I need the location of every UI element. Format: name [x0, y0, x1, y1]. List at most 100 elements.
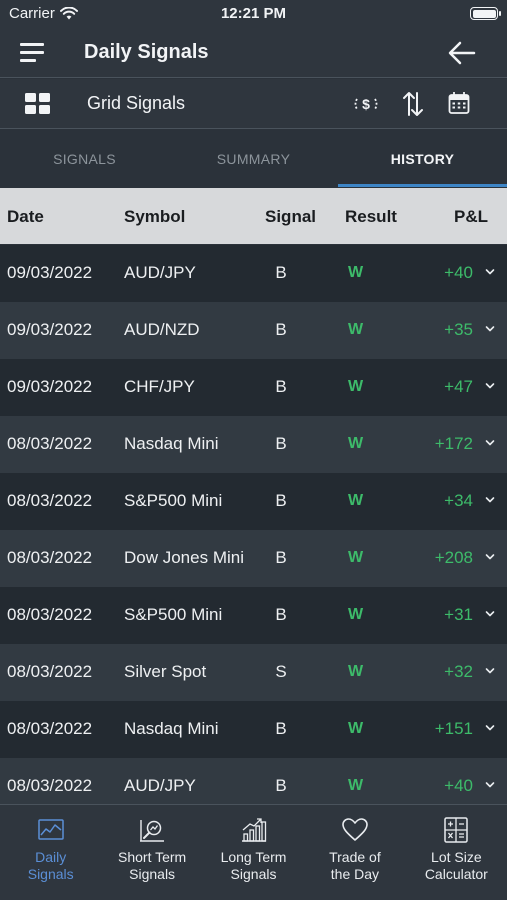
cell-signal: S [275, 662, 287, 681]
cell-result: W [348, 321, 364, 338]
nav-daily-signals[interactable]: Daily Signals [0, 805, 101, 900]
table-row[interactable]: 08/03/2022 Nasdaq Mini B W +151 [0, 701, 507, 758]
cell-symbol: Dow Jones Mini [124, 548, 244, 567]
table-row[interactable]: 08/03/2022 S&P500 Mini B W +34 [0, 473, 507, 530]
calculator-icon [444, 817, 469, 843]
history-table-body: 09/03/2022 AUD/JPY B W +40 09/03/2022 AU… [0, 245, 507, 815]
chevron-down-icon[interactable] [485, 553, 495, 561]
nav-lot-size-calculator[interactable]: Lot Size Calculator [406, 805, 507, 900]
cell-date: 08/03/2022 [7, 719, 93, 738]
cell-date: 08/03/2022 [7, 434, 93, 453]
cell-date: 09/03/2022 [7, 320, 93, 339]
grid-view-icon[interactable] [25, 93, 51, 115]
table-row[interactable]: 09/03/2022 AUD/JPY B W +40 [0, 245, 507, 302]
cell-pnl: +172 [434, 434, 473, 453]
nav-label: Signals [27, 866, 74, 882]
chart-icon [37, 819, 64, 840]
table-row[interactable]: 08/03/2022 Dow Jones Mini B W +208 [0, 530, 507, 587]
back-arrow-icon[interactable] [447, 40, 477, 66]
nav-short-term-signals[interactable]: Short Term Signals [101, 805, 202, 900]
bottom-nav: Daily Signals Short Term Signals Long Te… [0, 804, 507, 900]
cell-symbol: S&P500 Mini [124, 605, 223, 624]
sub-header: Grid Signals $ [0, 79, 507, 129]
nav-label: Trade of [329, 849, 381, 865]
cell-signal: B [275, 719, 287, 738]
table-row[interactable]: 09/03/2022 AUD/NZD B W +35 [0, 302, 507, 359]
cell-symbol: Nasdaq Mini [124, 434, 219, 453]
currency-exchange-icon[interactable]: $ [352, 93, 380, 115]
column-header-pnl[interactable]: P&L [454, 207, 488, 227]
cell-date: 08/03/2022 [7, 491, 93, 510]
cell-signal: B [275, 776, 287, 795]
cell-result: W [348, 378, 364, 395]
table-row[interactable]: 08/03/2022 Silver Spot S W +32 [0, 644, 507, 701]
calendar-icon[interactable] [448, 91, 470, 115]
chevron-down-icon[interactable] [485, 724, 495, 732]
cell-pnl: +31 [444, 605, 473, 624]
cell-signal: B [275, 491, 287, 510]
page-title: Daily Signals [84, 41, 209, 63]
nav-trade-of-the-day[interactable]: Trade of the Day [304, 805, 405, 900]
column-header-signal[interactable]: Signal [265, 207, 316, 227]
chevron-down-icon[interactable] [485, 439, 495, 447]
nav-label: Signals [129, 866, 176, 882]
table-header: Date Symbol Signal Result P&L [0, 188, 507, 244]
cell-symbol: Nasdaq Mini [124, 719, 219, 738]
svg-text:$: $ [362, 96, 370, 112]
cell-pnl: +208 [434, 548, 473, 567]
column-header-symbol[interactable]: Symbol [124, 207, 185, 227]
cell-pnl: +151 [434, 719, 473, 738]
cell-signal: B [275, 548, 287, 567]
cell-symbol: AUD/NZD [124, 320, 200, 339]
table-row[interactable]: 09/03/2022 CHF/JPY B W +47 [0, 359, 507, 416]
status-time: 12:21 PM [220, 5, 287, 22]
cell-date: 09/03/2022 [7, 263, 93, 282]
cell-pnl: +40 [444, 263, 473, 282]
tab-summary[interactable]: SUMMARY [169, 130, 338, 187]
table-row[interactable]: 08/03/2022 S&P500 Mini B W +31 [0, 587, 507, 644]
tab-history[interactable]: HISTORY [338, 130, 507, 187]
sort-icon[interactable] [402, 91, 424, 117]
app-header: Daily Signals [0, 28, 507, 78]
tab-signals[interactable]: SIGNALS [0, 130, 169, 187]
cell-date: 08/03/2022 [7, 662, 93, 681]
cell-signal: B [275, 263, 287, 282]
cell-symbol: AUD/JPY [124, 776, 196, 795]
cell-signal: B [275, 434, 287, 453]
nav-label: Signals [230, 866, 277, 882]
hamburger-menu-icon[interactable] [20, 42, 44, 62]
nav-label: the Day [330, 866, 380, 882]
cell-pnl: +47 [444, 377, 473, 396]
cell-pnl: +34 [444, 491, 473, 510]
nav-label: Calculator [424, 866, 488, 882]
chevron-down-icon[interactable] [485, 325, 495, 333]
cell-result: W [348, 549, 364, 566]
cell-result: W [348, 606, 364, 623]
heart-icon [342, 818, 368, 841]
cell-result: W [348, 264, 364, 281]
cell-signal: B [275, 377, 287, 396]
cell-result: W [348, 720, 364, 737]
cell-symbol: CHF/JPY [124, 377, 195, 396]
cell-result: W [348, 492, 364, 509]
nav-label: Daily [35, 849, 67, 865]
chevron-down-icon[interactable] [485, 610, 495, 618]
chevron-down-icon[interactable] [485, 667, 495, 675]
chevron-down-icon[interactable] [485, 382, 495, 390]
cell-symbol: Silver Spot [124, 662, 207, 681]
nav-long-term-signals[interactable]: Long Term Signals [203, 805, 304, 900]
nav-label: Long Term [220, 849, 287, 865]
battery-icon [470, 7, 501, 20]
chevron-down-icon[interactable] [485, 268, 495, 276]
cell-result: W [348, 435, 364, 452]
cell-pnl: +35 [444, 320, 473, 339]
cell-date: 08/03/2022 [7, 605, 93, 624]
sub-title: Grid Signals [87, 93, 186, 113]
chevron-down-icon[interactable] [485, 496, 495, 504]
chevron-down-icon[interactable] [485, 781, 495, 789]
table-row[interactable]: 08/03/2022 Nasdaq Mini B W +172 [0, 416, 507, 473]
cell-date: 09/03/2022 [7, 377, 93, 396]
column-header-result[interactable]: Result [345, 207, 397, 227]
nav-label: Lot Size [431, 849, 482, 865]
column-header-date[interactable]: Date [7, 207, 44, 227]
